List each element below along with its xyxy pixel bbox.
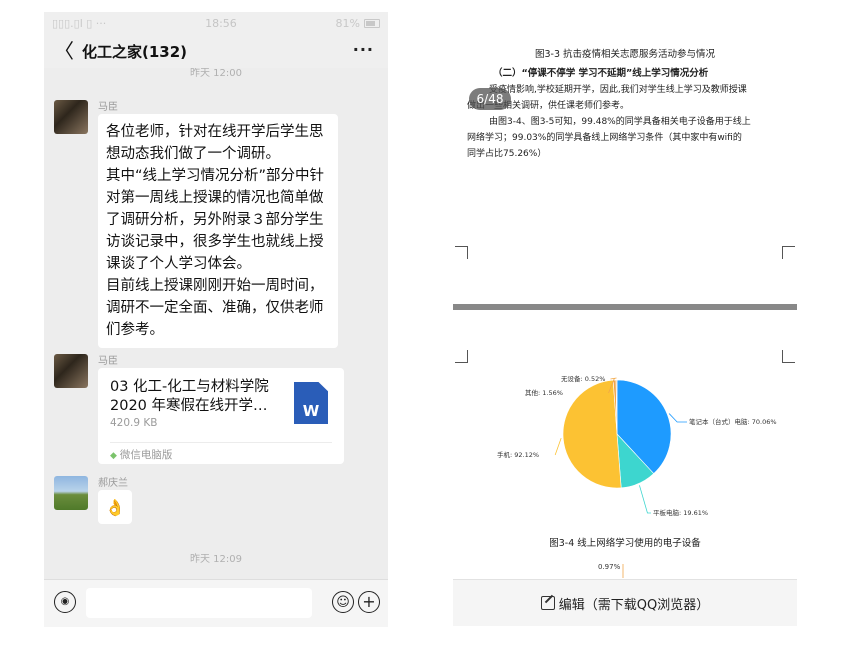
avatar[interactable] (54, 476, 88, 510)
wechat-pc-icon: ◆ (110, 451, 117, 461)
pie-leader-1 (639, 485, 651, 514)
next-chart-fragment: 0.97% (598, 563, 621, 571)
voice-icon[interactable]: ◉ (54, 591, 76, 613)
pie-leader-4 (610, 377, 617, 380)
avatar[interactable] (54, 100, 88, 134)
message-line: 对第一周线上授课的情况也简单做 (106, 190, 324, 206)
edit-label: 编辑（需下载QQ浏览器） (558, 597, 710, 613)
message-input[interactable] (86, 588, 312, 618)
pie-label-0: 笔记本（台式）电脑: 70.06% (689, 417, 777, 426)
message-line: 调研不一定全面、准确，仅供老师 (106, 300, 324, 316)
pie-label-4: 无设备: 0.52% (561, 374, 605, 383)
message-line: 目前线上授课刚刚开始一周时间， (106, 278, 324, 294)
file-source-label: 微信电脑版 (119, 449, 173, 461)
plus-icon[interactable]: + (358, 591, 380, 613)
file-name-line: 03 化工-化工与材料学院 (110, 379, 269, 395)
more-options-icon[interactable]: ··· (353, 40, 374, 59)
chat-header: 〈 化工之家(132) ··· (44, 34, 388, 68)
message-line: 课谈了个人学习体会。 (106, 256, 251, 272)
file-name: 03 化工-化工与材料学院 2020 年寒假在线开学… (110, 378, 275, 416)
pie-label-3: 其他: 1.56% (525, 388, 563, 397)
back-icon[interactable]: 〈 (54, 41, 76, 61)
wechat-screen: ▯▯▯.▯l ▯ ··· 18:56 81% 〈 化工之家(132) ··· 昨… (44, 12, 388, 627)
battery-indicator: 81% (336, 17, 380, 30)
file-name-line: 2020 年寒假在线开学… (110, 398, 268, 414)
input-bar: ◉ ☺ + (44, 579, 388, 627)
pie-leader-0 (668, 413, 687, 423)
document-viewer: 图3-3 抗击疫情相关志愿服务活动参与情况 （二）“停课不停学 学习不延期”线上… (453, 30, 797, 626)
edit-icon (540, 596, 555, 610)
chart-caption: 图3-4 线上网络学习使用的电子设备 (549, 538, 701, 549)
sender-name: 马臣 (98, 356, 118, 367)
edit-bar[interactable]: 编辑（需下载QQ浏览器） (453, 579, 797, 626)
avatar[interactable] (54, 354, 88, 388)
message-line: 其中“线上学习情况分析”部分中针 (106, 168, 325, 184)
chat-title: 化工之家(132) (82, 42, 188, 61)
sender-name: 马臣 (98, 102, 118, 113)
pie-slice-2 (562, 379, 622, 489)
timestamp-bottom: 昨天 12:09 (190, 554, 242, 565)
pie-leader-2 (554, 438, 562, 456)
signal-indicator: ▯▯▯.▯l ▯ ··· (52, 16, 107, 30)
status-bar: ▯▯▯.▯l ▯ ··· 18:56 81% (44, 12, 388, 34)
message-line: 访谈记录中，很多学生也就线上授 (106, 234, 324, 250)
message-line: 各位老师，针对在线开学后学生思 (106, 124, 324, 140)
message-line: 们参考。 (106, 322, 164, 338)
emoji-bubble[interactable]: 👌 (98, 490, 132, 524)
emoji-icon[interactable]: ☺ (332, 591, 354, 613)
battery-icon (364, 19, 380, 28)
word-file-icon: W (294, 382, 328, 424)
file-card[interactable]: 03 化工-化工与材料学院 2020 年寒假在线开学… 420.9 KB W ◆… (98, 368, 344, 464)
divider (110, 442, 332, 443)
status-time: 18:56 (205, 16, 237, 30)
pie-label-2: 手机: 92.12% (497, 450, 539, 459)
pie-label-1: 平板电脑: 19.61% (653, 508, 708, 517)
file-source: ◆ 微信电脑版 (110, 447, 172, 462)
battery-percent: 81% (335, 16, 360, 30)
text-bubble[interactable]: 各位老师，针对在线开学后学生思 想动态我们做了一个调研。 其中“线上学习情况分析… (98, 114, 338, 348)
sender-name: 郝庆兰 (98, 478, 128, 489)
message-line: 了调研分析，另外附录３部分学生 (106, 212, 324, 228)
message-line: 想动态我们做了一个调研。 (106, 146, 280, 162)
